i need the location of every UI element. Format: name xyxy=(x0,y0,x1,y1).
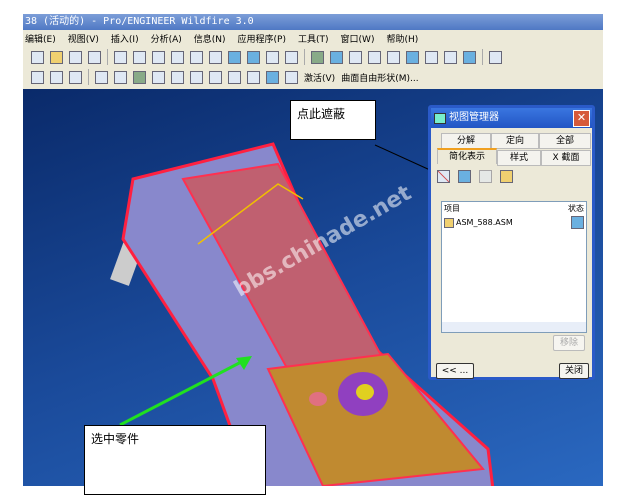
close-button[interactable]: 关闭 xyxy=(559,363,589,379)
menu-edit[interactable]: 编辑(E) xyxy=(25,32,56,45)
repaint-icon[interactable] xyxy=(311,50,324,64)
datum-points-icon[interactable] xyxy=(50,70,63,84)
layers-icon[interactable] xyxy=(463,50,476,64)
section-icon[interactable] xyxy=(228,70,241,84)
redo-icon[interactable] xyxy=(133,50,146,64)
menu-window[interactable]: 窗口(W) xyxy=(341,32,375,45)
select-box-icon[interactable] xyxy=(285,50,298,64)
sensitivity-icon[interactable] xyxy=(285,70,298,84)
hide-icon[interactable] xyxy=(95,70,108,84)
separator xyxy=(107,49,108,65)
window-icon xyxy=(434,113,446,124)
save-icon[interactable] xyxy=(69,50,82,64)
print-icon[interactable] xyxy=(88,50,101,64)
spin-center-icon[interactable] xyxy=(330,50,343,64)
orient-icon[interactable] xyxy=(349,50,362,64)
menu-view[interactable]: 视图(V) xyxy=(68,32,99,45)
curve-icon[interactable] xyxy=(266,70,279,84)
angle-icon[interactable] xyxy=(209,70,222,84)
main-toolbar xyxy=(23,47,603,67)
activate-button[interactable]: 激活(V) xyxy=(304,71,335,84)
copy-icon[interactable] xyxy=(171,50,184,64)
datum-axes-icon[interactable] xyxy=(31,70,44,84)
regen-manager-icon[interactable] xyxy=(247,50,260,64)
close-icon[interactable]: ✕ xyxy=(573,110,590,127)
freeform-button[interactable]: 曲面自由形状(M)... xyxy=(341,71,418,84)
zoom-in-icon[interactable] xyxy=(368,50,381,64)
undo-icon[interactable] xyxy=(114,50,127,64)
regenerate-icon[interactable] xyxy=(228,50,241,64)
menu-bar: 编辑(E) 视图(V) 插入(I) 分析(A) 信息(N) 应用程序(P) 工具… xyxy=(23,30,603,46)
saved-views-icon[interactable] xyxy=(444,50,457,64)
tab-explode[interactable]: 分解 xyxy=(441,133,491,149)
open-icon[interactable] xyxy=(50,50,63,64)
menu-help[interactable]: 帮助(H) xyxy=(386,32,418,45)
separator xyxy=(304,49,305,65)
tab-style[interactable]: 样式 xyxy=(497,150,541,166)
cut-icon[interactable] xyxy=(152,50,165,64)
menu-info[interactable]: 信息(N) xyxy=(194,32,226,45)
title-bar: 38 (活动的) - Pro/ENGINEER Wildfire 3.0 xyxy=(23,14,603,30)
separator xyxy=(88,69,89,85)
column-item: 项目 xyxy=(444,204,460,213)
feature-icon[interactable] xyxy=(190,70,203,84)
column-status: 状态 xyxy=(568,204,584,213)
hide-annotation: 点此遮蔽 xyxy=(290,100,376,140)
undo-hide-icon[interactable] xyxy=(479,170,492,183)
csys-icon[interactable] xyxy=(69,70,82,84)
tab-all[interactable]: 全部 xyxy=(539,133,591,149)
tab-xsection[interactable]: X 截面 xyxy=(541,150,591,166)
reorient-icon[interactable] xyxy=(425,50,438,64)
tab-simplified-rep[interactable]: 简化表示 xyxy=(437,148,497,164)
status-icon xyxy=(571,216,584,229)
dialog-title: 视图管理器 xyxy=(449,112,499,123)
menu-tools[interactable]: 工具(T) xyxy=(298,32,329,45)
separator xyxy=(482,49,483,65)
assembly-icon xyxy=(444,217,454,228)
list-item[interactable]: ASM_588.ASM xyxy=(442,215,586,230)
expand-button[interactable]: << ... xyxy=(436,363,474,379)
view-manager-dialog: 视图管理器 ✕ 分解 定向 全部 简化表示 样式 X 截面 项目 状态 ASM_… xyxy=(428,105,595,380)
box-icon[interactable] xyxy=(152,70,165,84)
tab-orient[interactable]: 定向 xyxy=(491,133,539,149)
menu-insert[interactable]: 插入(I) xyxy=(111,32,139,45)
wireframe-icon[interactable] xyxy=(489,50,502,64)
find-icon[interactable] xyxy=(266,50,279,64)
unhide-icon[interactable] xyxy=(114,70,127,84)
paste-icon[interactable] xyxy=(190,50,203,64)
item-name: ASM_588.ASM xyxy=(456,218,513,227)
new-icon[interactable] xyxy=(31,50,44,64)
menu-applications[interactable]: 应用程序(P) xyxy=(238,32,286,45)
select-part-annotation: 选中零件 xyxy=(84,425,266,495)
zoom-out-icon[interactable] xyxy=(387,50,400,64)
remove-button[interactable]: 移除 xyxy=(553,335,585,351)
menu-analysis[interactable]: 分析(A) xyxy=(151,32,182,45)
dialog-title-bar: 视图管理器 ✕ xyxy=(431,108,592,128)
rep-properties-icon[interactable] xyxy=(500,170,513,183)
measure-icon[interactable] xyxy=(171,70,184,84)
horizontal-scrollbar[interactable] xyxy=(442,322,586,332)
analysis-icon[interactable] xyxy=(247,70,260,84)
component-list[interactable]: 项目 状态 ASM_588.ASM xyxy=(441,201,587,333)
shade-icon[interactable] xyxy=(133,70,146,84)
show-component-icon[interactable] xyxy=(458,170,471,183)
refit-icon[interactable] xyxy=(406,50,419,64)
secondary-toolbar: 激活(V) 曲面自由形状(M)... xyxy=(23,67,603,87)
hide-component-icon[interactable] xyxy=(437,170,450,183)
paste-special-icon[interactable] xyxy=(209,50,222,64)
